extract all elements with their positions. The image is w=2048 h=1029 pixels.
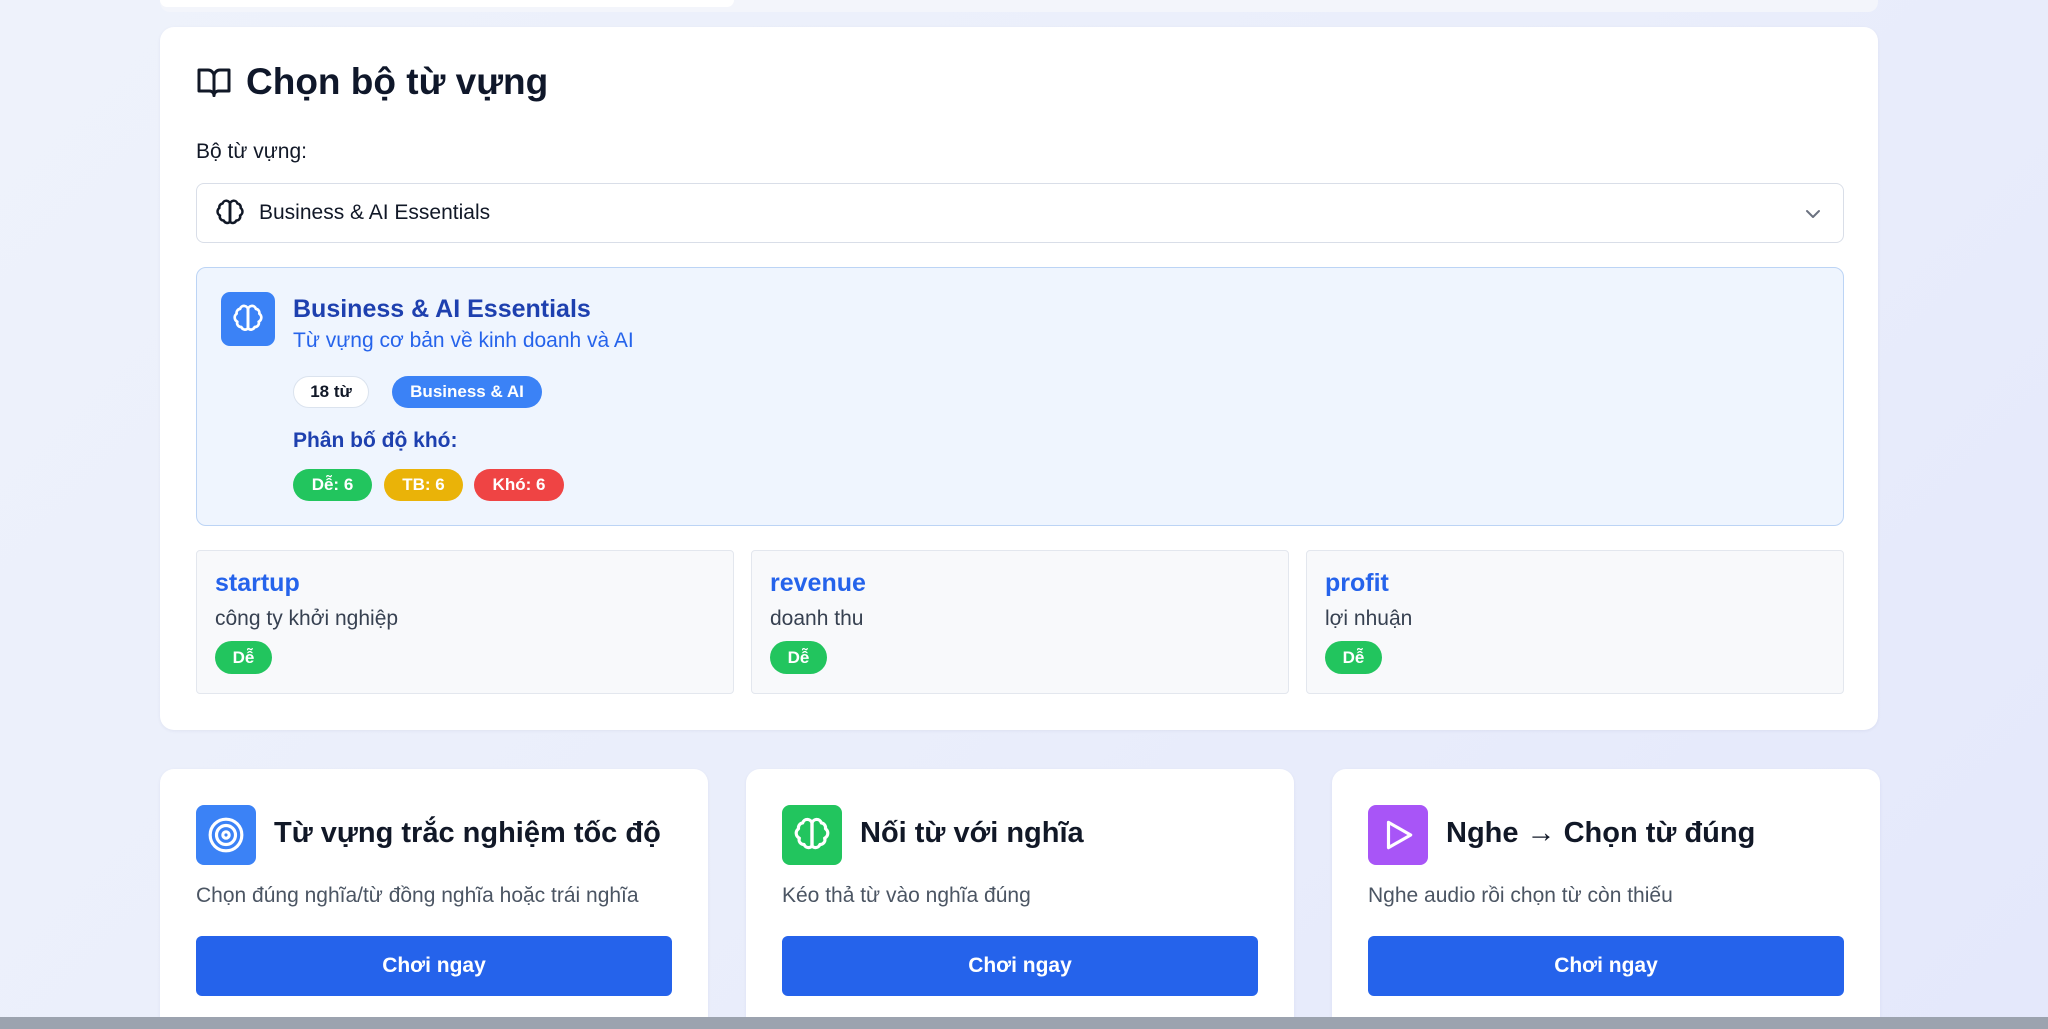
set-icon-badge xyxy=(221,292,275,346)
previous-card-edge xyxy=(160,0,1878,12)
vocabulary-set-select[interactable]: Business & AI Essentials xyxy=(196,183,1844,243)
word-meaning: công ty khởi nghiệp xyxy=(215,607,399,630)
word-card: revenue doanh thu Dễ xyxy=(751,550,1289,694)
book-open-icon xyxy=(197,68,231,97)
word-card: startup công ty khởi nghiệp Dễ xyxy=(196,550,734,694)
difficulty-badge: Dễ xyxy=(1325,641,1382,674)
brain-icon xyxy=(233,304,263,331)
word-text: startup xyxy=(215,569,300,597)
difficulty-badge: Dễ xyxy=(770,641,827,674)
game-icon-badge xyxy=(196,805,256,865)
vocabulary-set-card: Chọn bộ từ vựng Bộ từ vựng: Business & A… xyxy=(160,27,1878,730)
play-button[interactable]: Chơi ngay xyxy=(1368,936,1844,996)
set-description: Từ vựng cơ bản về kinh doanh và AI xyxy=(293,329,634,352)
chevron-down-icon xyxy=(1806,210,1820,218)
select-value: Business & AI Essentials xyxy=(259,201,491,224)
section-title-text: Chọn bộ từ vựng xyxy=(246,61,549,102)
category-badge: Business & AI xyxy=(392,376,542,408)
section-title: Chọn bộ từ vựng xyxy=(196,57,548,107)
game-description: Chọn đúng nghĩa/từ đồng nghĩa hoặc trái … xyxy=(196,884,639,907)
brain-icon xyxy=(794,817,830,850)
game-card-matching: Nối từ với nghĩa Kéo thả từ vào nghĩa đú… xyxy=(746,769,1294,1029)
word-count-badge: 18 từ xyxy=(293,376,369,408)
word-meaning: lợi nhuận xyxy=(1325,607,1413,630)
vocabulary-set-label: Bộ từ vựng: xyxy=(196,140,307,163)
medium-count-badge: TB: 6 xyxy=(384,469,463,501)
game-title: Nghe → Chọn từ đúng xyxy=(1446,817,1756,849)
previous-card-segment xyxy=(160,0,734,7)
game-title: Nối từ với nghĩa xyxy=(860,817,1084,849)
brain-icon xyxy=(216,199,244,225)
game-card-listening: Nghe → Chọn từ đúng Nghe audio rồi chọn … xyxy=(1332,769,1880,1029)
word-meaning: doanh thu xyxy=(770,607,864,630)
play-icon xyxy=(1386,820,1413,850)
target-icon xyxy=(208,817,244,853)
word-text: profit xyxy=(1325,569,1389,597)
word-card: profit lợi nhuận Dễ xyxy=(1306,550,1844,694)
easy-count-badge: Dễ: 6 xyxy=(293,469,372,501)
game-description: Nghe audio rồi chọn từ còn thiếu xyxy=(1368,884,1673,907)
set-info-panel: Business & AI Essentials Từ vựng cơ bản … xyxy=(196,267,1844,526)
game-title: Từ vựng trắc nghiệm tốc độ xyxy=(274,817,661,849)
game-card-speed-quiz: Từ vựng trắc nghiệm tốc độ Chọn đúng ngh… xyxy=(160,769,708,1029)
play-button[interactable]: Chơi ngay xyxy=(782,936,1258,996)
difficulty-distribution-label: Phân bố độ khó: xyxy=(293,429,458,452)
game-description: Kéo thả từ vào nghĩa đúng xyxy=(782,884,1031,907)
difficulty-badge: Dễ xyxy=(215,641,272,674)
set-title: Business & AI Essentials xyxy=(293,295,591,323)
game-icon-badge xyxy=(782,805,842,865)
game-icon-badge xyxy=(1368,805,1428,865)
hard-count-badge: Khó: 6 xyxy=(474,469,564,501)
word-text: revenue xyxy=(770,569,866,597)
horizontal-scrollbar[interactable] xyxy=(0,1017,2048,1029)
play-button[interactable]: Chơi ngay xyxy=(196,936,672,996)
